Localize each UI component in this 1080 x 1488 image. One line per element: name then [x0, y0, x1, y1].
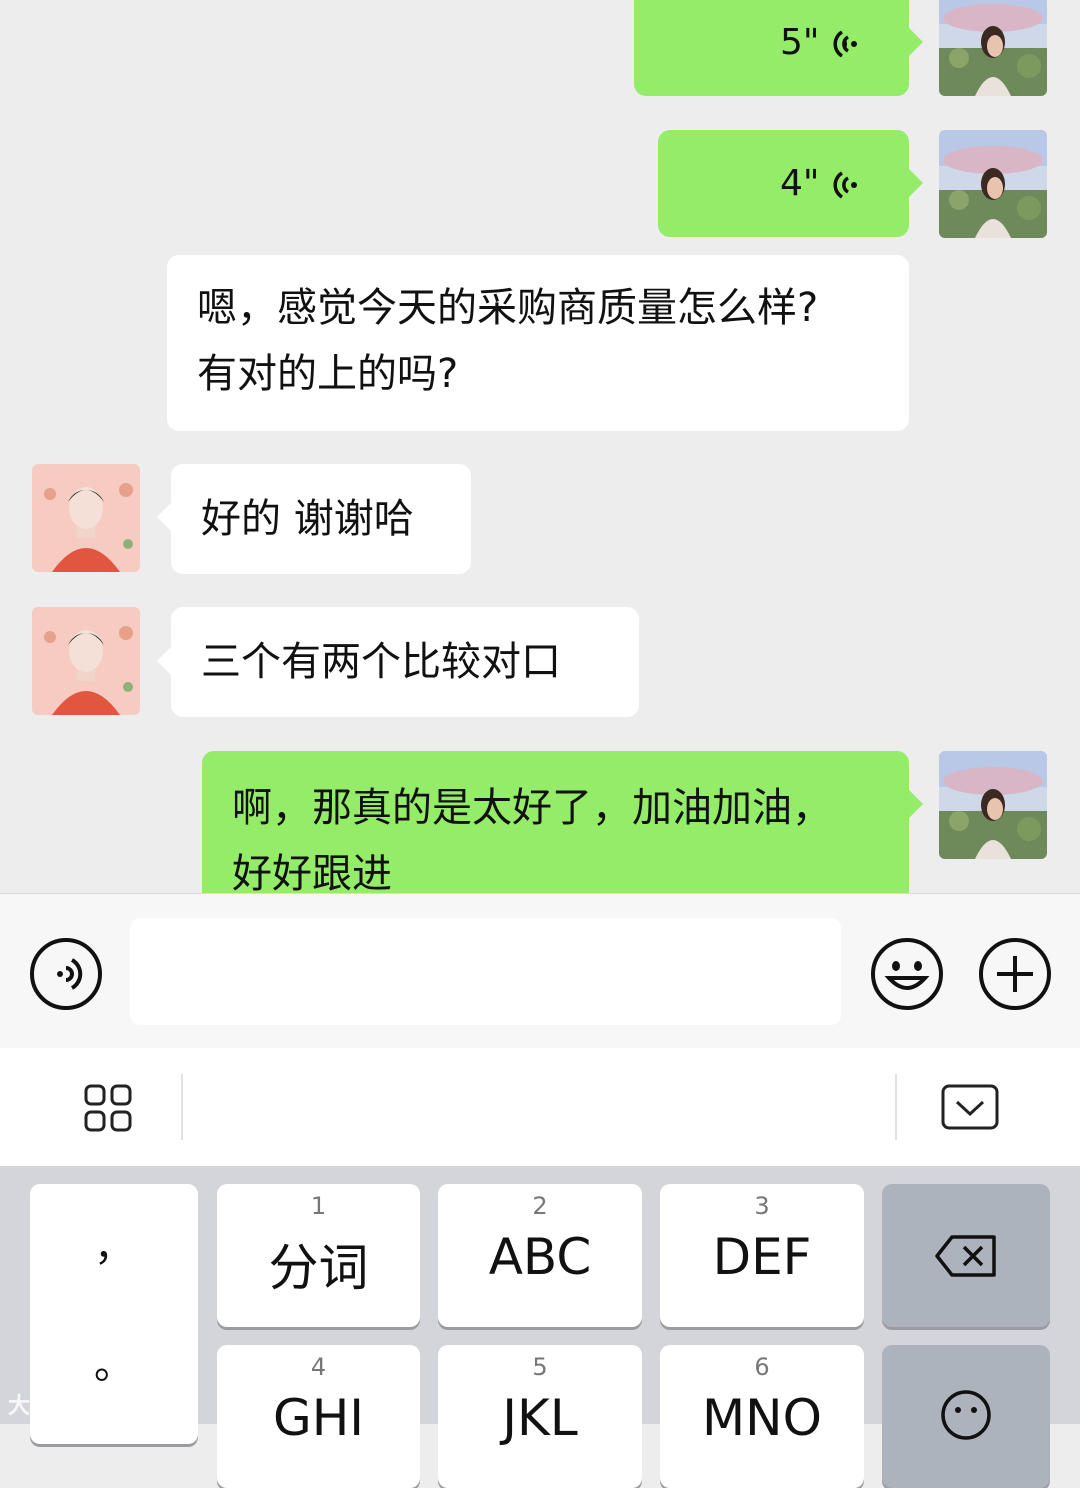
avatar-me[interactable]	[939, 130, 1047, 238]
key-number: 2	[532, 1192, 548, 1220]
bubble-tail	[909, 28, 923, 56]
message-line: 啊，那真的是太好了，加油加油，	[232, 785, 832, 831]
key-3[interactable]: 3 DEF	[660, 1184, 864, 1327]
emoji-icon[interactable]	[869, 936, 945, 1012]
key-number: 1	[310, 1192, 327, 1220]
plus-icon[interactable]	[977, 936, 1053, 1012]
key-2[interactable]: 2 ABC	[438, 1184, 642, 1327]
key-4[interactable]: 4 GHI	[217, 1345, 420, 1488]
key-6[interactable]: 6 MNO	[660, 1345, 864, 1488]
key-label: GHI	[272, 1389, 365, 1447]
bubble-tail	[157, 503, 171, 531]
ime-toolbar	[0, 1048, 1080, 1167]
key-number: 4	[310, 1353, 327, 1381]
bubble-tail	[909, 790, 923, 818]
avatar-me[interactable]	[939, 751, 1047, 859]
key-5[interactable]: 5 JKL	[438, 1345, 642, 1488]
punct-comma: ，	[94, 1224, 134, 1270]
message-line: 好的 谢谢哈	[201, 496, 414, 542]
voice-input-icon[interactable]	[28, 936, 104, 1012]
avatar-me[interactable]	[939, 0, 1047, 96]
keyboard-hide-icon[interactable]	[941, 1084, 999, 1130]
watermark: 大数跨境	[8, 1394, 97, 1419]
message-line: 好好跟进	[232, 851, 392, 893]
voice-wave-icon	[833, 30, 857, 58]
emoji-icon	[941, 1390, 991, 1440]
key-number: 6	[754, 1353, 770, 1381]
toolbar-divider	[181, 1074, 183, 1140]
key-label: 分词	[268, 1239, 369, 1297]
voice-bubble[interactable]	[634, 0, 909, 96]
text-bubble[interactable]: 好的 谢谢哈	[171, 464, 471, 574]
key-label: JKL	[502, 1389, 578, 1447]
emoji-key[interactable]	[882, 1345, 1050, 1488]
message-text-input[interactable]	[130, 918, 841, 1025]
keyboard: ， 。 1 分词 2 ABC 3 DEF 4 GHI 5 JKL 6 MNO	[0, 1166, 1080, 1488]
key-number: 5	[532, 1353, 548, 1381]
text-bubble[interactable]: 嗯，感觉今天的采购商质量怎么样? 有对的上的吗?	[167, 255, 909, 431]
key-1[interactable]: 1 分词	[217, 1184, 420, 1327]
message-line: 三个有两个比较对口	[201, 639, 561, 685]
backspace-key[interactable]	[882, 1184, 1050, 1327]
backspace-icon	[935, 1235, 996, 1277]
bubble-tail	[909, 169, 923, 197]
grid-icon[interactable]	[84, 1084, 132, 1132]
text-bubble[interactable]: 啊，那真的是太好了，加油加油， 好好跟进	[202, 751, 909, 893]
message-line: 有对的上的吗?	[197, 351, 459, 397]
key-label: DEF	[712, 1228, 812, 1286]
key-label: ABC	[488, 1228, 592, 1286]
avatar-contact[interactable]	[32, 464, 140, 572]
punct-period: 。	[94, 1342, 134, 1388]
avatar-contact[interactable]	[32, 607, 140, 715]
text-bubble[interactable]: 三个有两个比较对口	[171, 607, 639, 717]
key-label: MNO	[702, 1389, 822, 1447]
message-line: 嗯，感觉今天的采购商质量怎么样?	[197, 285, 819, 331]
toolbar-divider	[895, 1074, 897, 1140]
voice-duration: 5"	[780, 22, 820, 63]
chat-area[interactable]: 5" 4" 嗯，感觉今天的采购商质量怎么样? 有对的上的吗? 好的 谢谢哈 三个…	[0, 0, 1080, 893]
bubble-tail	[157, 647, 171, 675]
voice-duration: 4"	[780, 163, 820, 204]
message-input-bar	[0, 893, 1080, 1050]
key-number: 3	[754, 1192, 770, 1220]
voice-wave-icon	[833, 171, 857, 199]
